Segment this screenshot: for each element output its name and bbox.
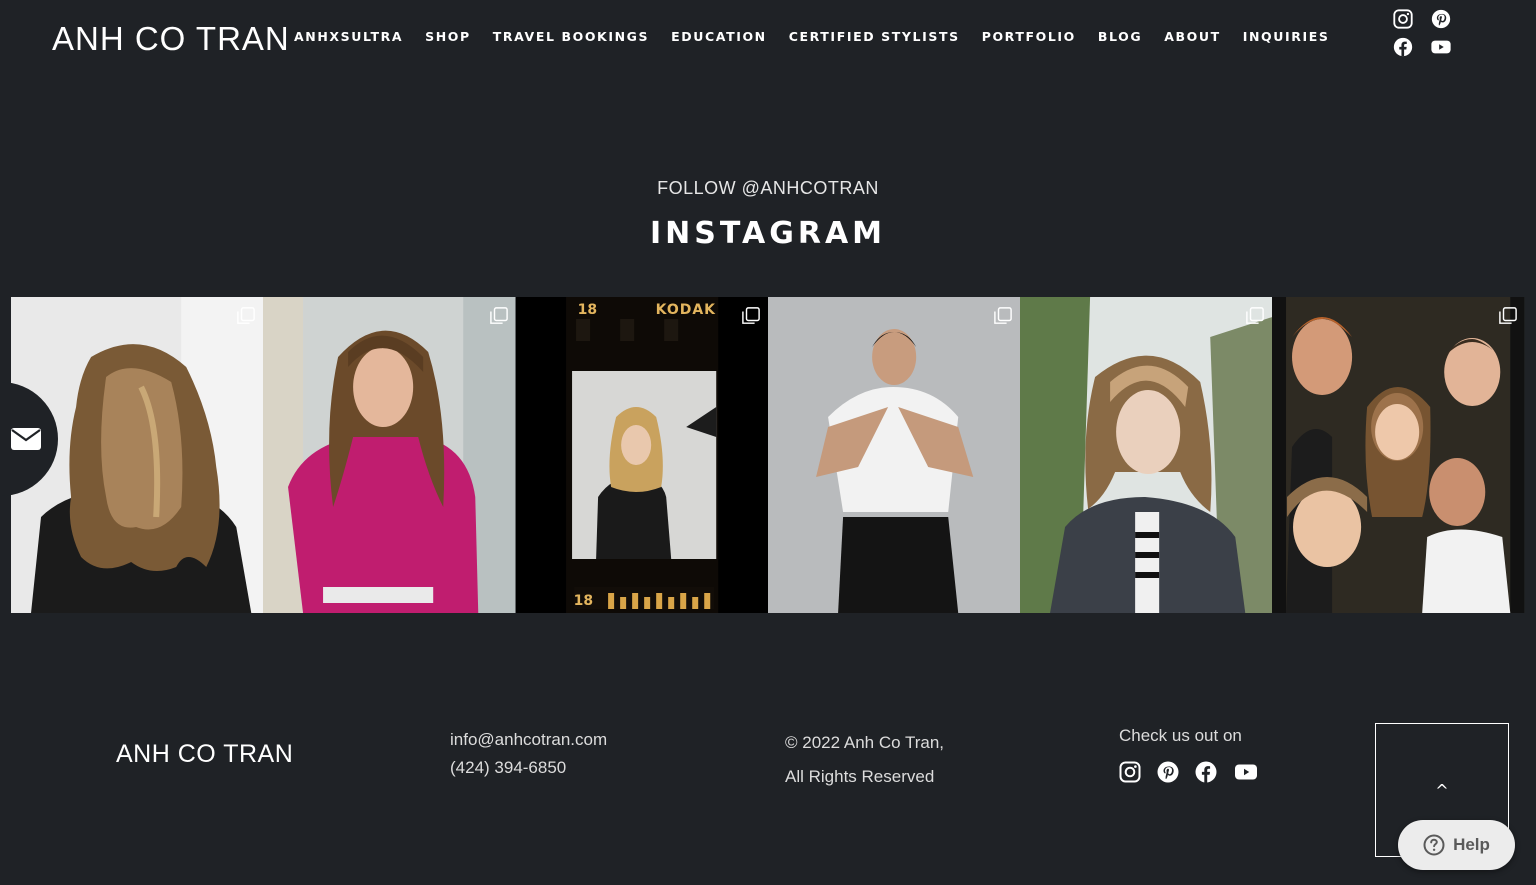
footer-copyright: © 2022 Anh Co Tran, All Rights Reserved [785, 726, 944, 794]
pinterest-icon[interactable] [1156, 760, 1180, 784]
facebook-icon[interactable] [1392, 36, 1414, 58]
post-image [767, 297, 1021, 613]
footer-contact: info@anhcotran.com (424) 394-6850 [450, 726, 607, 782]
footer-phone[interactable]: (424) 394-6850 [450, 754, 607, 782]
film-brand: KODAK [655, 302, 717, 318]
nav-blog[interactable]: BLOG [1098, 29, 1142, 44]
instagram-feed: 18 KODAK 18 [11, 297, 1525, 613]
film-frame-number: 18 [577, 302, 598, 318]
main-nav: ANHXSULTRA SHOP TRAVEL BOOKINGS EDUCATIO… [294, 29, 1352, 44]
facebook-icon[interactable] [1194, 760, 1218, 784]
instagram-icon[interactable] [1118, 760, 1142, 784]
post-image [1020, 297, 1273, 613]
footer-social-links [1118, 760, 1260, 784]
footer-email[interactable]: info@anhcotran.com [450, 726, 607, 754]
footer-logo[interactable]: ANH CO TRAN [116, 740, 293, 769]
instagram-post[interactable] [263, 297, 516, 613]
copyright-line-1: © 2022 Anh Co Tran, [785, 733, 945, 752]
nav-anhxsultra[interactable]: ANHXSULTRA [294, 29, 403, 44]
nav-about[interactable]: ABOUT [1164, 29, 1221, 44]
site-header: ANH CO TRAN ANHXSULTRA SHOP TRAVEL BOOKI… [0, 0, 1536, 80]
youtube-icon[interactable] [1232, 760, 1260, 784]
question-icon [1423, 834, 1445, 856]
nav-travel-bookings[interactable]: TRAVEL BOOKINGS [493, 29, 649, 44]
carousel-icon [489, 307, 508, 324]
instagram-icon[interactable] [1392, 8, 1414, 30]
post-image [1272, 297, 1525, 613]
follow-handle[interactable]: FOLLOW @ANHCOTRAN [0, 178, 1536, 199]
chevron-up-icon: ^ [1435, 780, 1449, 800]
copyright-line-2: All Rights Reserved [785, 767, 935, 786]
section-title: INSTAGRAM [649, 216, 887, 251]
carousel-icon [1246, 307, 1265, 324]
site-logo[interactable]: ANH CO TRAN [52, 20, 290, 58]
carousel-icon [237, 307, 256, 324]
post-image [515, 297, 768, 613]
post-image [263, 297, 516, 613]
instagram-post[interactable]: 18 KODAK 18 [515, 297, 768, 613]
youtube-icon[interactable] [1430, 36, 1452, 58]
nav-education[interactable]: EDUCATION [671, 29, 767, 44]
nav-certified-stylists[interactable]: CERTIFIED STYLISTS [789, 29, 960, 44]
envelope-icon [11, 428, 41, 450]
nav-shop[interactable]: SHOP [425, 29, 471, 44]
header-social-links [1392, 8, 1456, 60]
nav-portfolio[interactable]: PORTFOLIO [982, 29, 1076, 44]
help-button[interactable]: Help [1398, 820, 1515, 870]
carousel-icon [994, 307, 1013, 324]
carousel-icon [742, 307, 760, 324]
instagram-post[interactable] [1020, 297, 1273, 613]
pinterest-icon[interactable] [1430, 8, 1452, 30]
instagram-post[interactable] [767, 297, 1021, 613]
film-frame-number-bottom: 18 [573, 593, 594, 609]
instagram-post[interactable] [1272, 297, 1525, 613]
footer-social-label: Check us out on [1119, 726, 1242, 745]
help-label: Help [1453, 835, 1490, 854]
carousel-icon [1498, 307, 1517, 324]
nav-inquiries[interactable]: INQUIRIES [1243, 29, 1330, 44]
